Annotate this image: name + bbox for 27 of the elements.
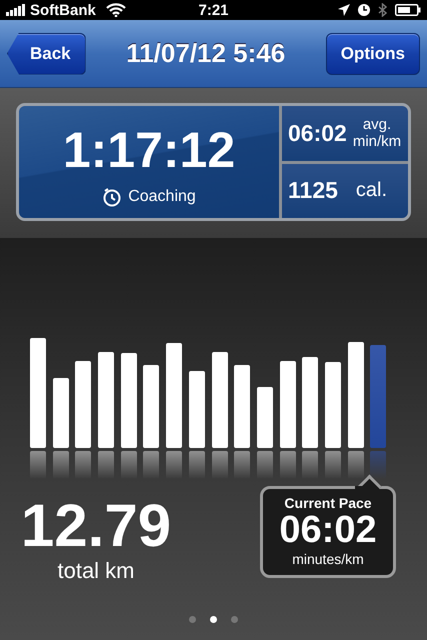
duration-value: 1:17:12	[62, 121, 236, 179]
calories-unit: cal.	[356, 179, 388, 202]
pace-unit-label: avg.	[362, 116, 392, 134]
bluetooth-icon	[378, 3, 387, 17]
pace-value: 06:02	[288, 120, 347, 147]
page-dot[interactable]	[210, 616, 217, 623]
distance-unit: total km	[57, 558, 135, 584]
clock-time: 7:21	[198, 2, 229, 18]
timer-icon	[102, 187, 122, 207]
signal-icon	[6, 4, 26, 16]
calories-value: 1125	[288, 177, 338, 204]
wifi-icon	[106, 3, 126, 17]
screen-title: 11/07/12 5:46	[126, 38, 286, 69]
current-pace-title: Current Pace	[284, 495, 372, 511]
current-pace-value: 06:02	[279, 511, 377, 551]
page-dot[interactable]	[189, 616, 196, 623]
distance-value: 12.79	[20, 496, 172, 556]
coaching-label: Coaching	[128, 188, 196, 206]
back-button[interactable]: Back	[7, 32, 86, 74]
page-dot[interactable]	[231, 616, 238, 623]
battery-icon	[395, 4, 421, 16]
current-pace-unit: minutes/km	[292, 550, 364, 567]
alarm-clock-icon	[358, 4, 370, 16]
pace-unit-label: min/km	[352, 133, 402, 150]
location-arrow-icon	[338, 4, 350, 16]
options-button[interactable]: Options	[326, 32, 420, 74]
carrier-name: SoftBank	[30, 2, 96, 18]
